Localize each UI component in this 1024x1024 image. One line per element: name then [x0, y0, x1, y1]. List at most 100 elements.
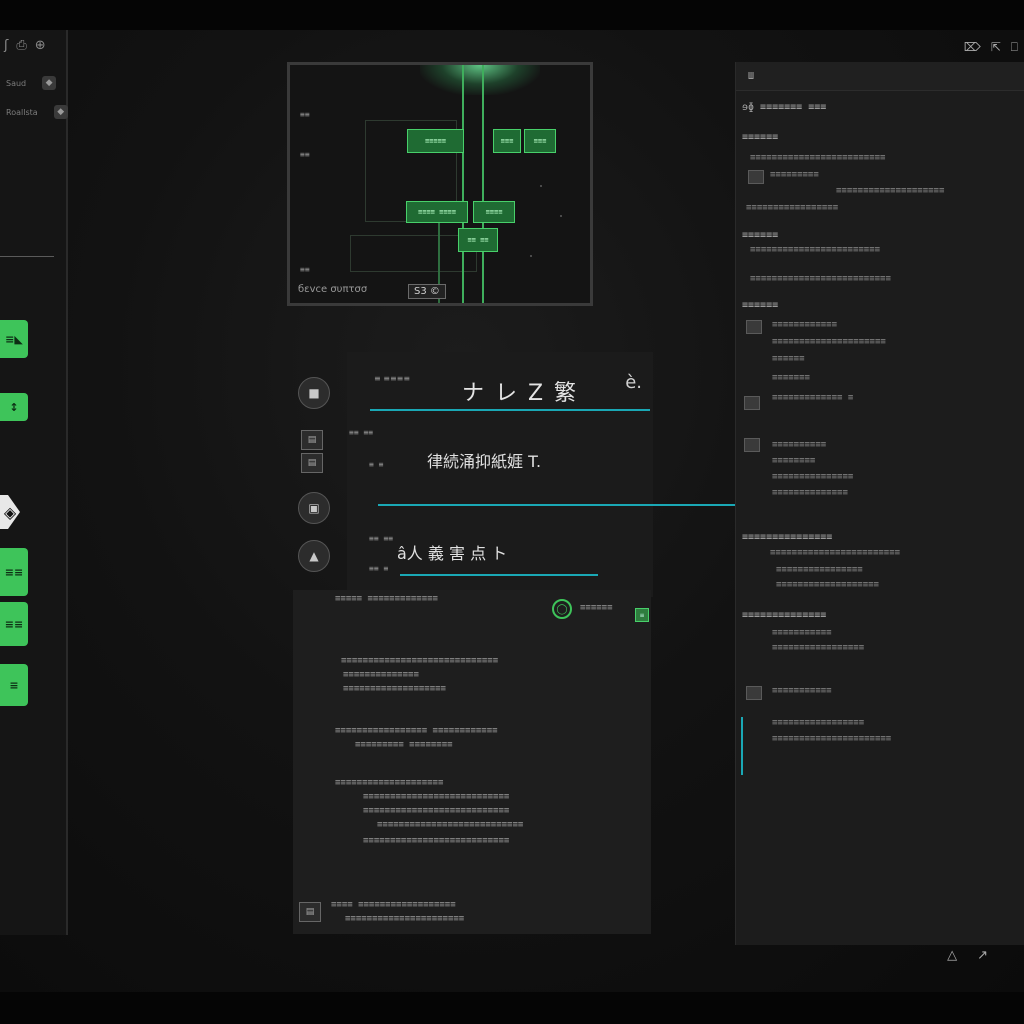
row-label: ≡≡ ≡ [369, 564, 389, 573]
text-line: ≡≡≡≡≡≡≡≡≡≡≡≡≡≡ [343, 670, 419, 680]
text-line: ≡≡≡≡≡≡≡≡≡≡≡≡≡≡≡≡ [776, 565, 863, 575]
bottom-controls: △ ↗ [947, 948, 988, 963]
text-line: ≡≡≡≡≡≡≡≡≡≡≡≡≡≡≡≡≡ [772, 718, 865, 728]
text-line: ≡≡≡≡≡≡≡≡≡≡≡≡≡≡≡ [742, 532, 833, 543]
text-line: ≡≡≡≡≡≡≡≡≡≡≡ [772, 686, 832, 696]
green-node-chip[interactable]: ≡ [0, 664, 28, 706]
text-line: ≡≡≡≡≡≡≡≡≡≡≡≡≡≡≡≡≡≡≡≡≡≡≡≡ [770, 548, 901, 558]
status-ring-icon[interactable]: ◯ [552, 599, 572, 619]
side-label: ≡≡ [300, 150, 310, 159]
text-line: ≡≡≡≡≡≡≡≡≡≡≡≡≡≡≡≡≡≡≡≡≡≡≡≡≡≡≡ [363, 792, 510, 802]
circuit-node[interactable]: ≡≡≡ [524, 129, 556, 153]
text-line: ≡≡≡≡≡≡≡≡≡≡≡≡≡≡≡≡≡≡≡≡≡≡≡≡ [750, 245, 881, 255]
light-glow [420, 65, 540, 95]
item-icon [744, 438, 760, 452]
sidebar-item-label: Roallsta [6, 107, 38, 117]
screen-icon[interactable]: ⎙ [16, 38, 26, 53]
dialog-title: ナ レ Z 繁 [462, 381, 579, 406]
circuit-node[interactable]: ≡≡ ≡≡ [458, 228, 498, 252]
row-label: ≡≡ ≡≡ [369, 534, 394, 543]
window-controls: ⌦ ⇱ ⎕ [964, 40, 1018, 55]
document-icon[interactable]: ▤ [301, 453, 323, 473]
text-line: ≡≡≡≡ ≡≡≡≡≡≡≡≡≡≡≡≡≡≡≡≡≡≡ [331, 900, 456, 910]
header-meta: ≡ ≡≡≡≡ [374, 374, 411, 383]
text-line: ≡≡≡≡≡≡≡≡≡ [770, 170, 819, 180]
hook-icon[interactable]: ʃ [4, 38, 8, 53]
green-node-chip[interactable]: ↕ [0, 393, 28, 421]
text-line: ≡≡≡≡≡≡≡≡≡≡≡≡≡≡≡ [772, 472, 854, 482]
preview-caption: бεvce συπτσσ [298, 284, 368, 295]
text-line: ≡≡≡≡≡≡≡≡≡ ≡≡≡≡≡≡≡≡ [355, 740, 453, 750]
item-icon [744, 396, 760, 410]
dust-speck [560, 215, 562, 217]
cube-icon[interactable]: ■ [298, 377, 330, 409]
text-line: ≡≡≡≡≡≡≡≡≡≡≡≡≡≡ [772, 488, 848, 498]
status-badge: ≡≡≡≡≡≡ [580, 603, 613, 613]
text-line: ≡≡≡≡≡≡≡≡≡≡≡≡≡≡≡≡≡≡≡≡≡≡≡≡≡≡≡ [377, 820, 524, 830]
text-line: ≡≡≡≡≡≡≡≡ [772, 456, 816, 466]
side-label: ≡≡ [300, 110, 310, 119]
text-line: ≡≡≡≡≡≡≡≡≡≡≡≡≡≡≡≡≡≡≡≡ [836, 186, 945, 196]
circuit-preview-panel[interactable]: ≡≡≡≡≡ ≡≡≡ ≡≡≡ ≡≡≡≡ ≡≡≡≡ ≡≡≡≡ ≡≡ ≡≡ ≡≡ ≡≡… [287, 62, 593, 306]
diamond-icon: ◆ [53, 105, 68, 119]
sidebar-item-1[interactable]: Saud ◆ [6, 76, 57, 90]
signal-line [462, 65, 464, 303]
preview-badge[interactable]: S3 © [408, 284, 446, 299]
close-button[interactable]: è. [625, 372, 642, 393]
item-icon [748, 170, 764, 184]
circuit-node[interactable]: ≡≡≡≡≡ [407, 129, 464, 153]
attachment-icon[interactable]: ▤ [299, 902, 321, 922]
row-label: ≡ ≡ [369, 460, 384, 469]
send-icon[interactable]: ▲ [298, 540, 330, 572]
green-node-chip[interactable]: ≡≡ [0, 548, 28, 596]
left-sidebar: ʃ ⎙ ⊕ Saud ◆ Roallsta ◆ [0, 30, 68, 935]
panel-row-label: ≡≡≡≡≡ ≡≡≡≡≡≡≡≡≡≡≡≡≡ [335, 594, 438, 604]
arrow-icon[interactable]: ↗ [977, 948, 988, 963]
circuit-node[interactable]: ≡≡≡ [493, 129, 521, 153]
dust-speck [530, 255, 532, 257]
text-line: ≡≡≡≡≡≡≡≡≡≡≡≡≡≡≡≡≡ [746, 203, 839, 213]
circuit-node[interactable]: ≡≡≡≡ ≡≡≡≡ [406, 201, 468, 223]
green-node-chip[interactable]: ≡◣ [0, 320, 28, 358]
green-node-chip[interactable]: ≡≡ [0, 602, 28, 646]
bottom-bar [0, 992, 1024, 1024]
section-heading: 律続涌抑紙娾 T. [427, 452, 542, 471]
left-toolbar: ʃ ⎙ ⊕ [4, 38, 46, 53]
text-line: ≡≡≡≡≡≡≡≡≡≡≡≡≡≡ [742, 610, 827, 621]
window-icon[interactable]: ⎕ [1011, 40, 1018, 55]
text-line: ≡≡≡≡≡≡ [742, 230, 779, 241]
mid-dialog-panel: ≡ ≡≡≡≡ ナ レ Z 繁 è. ≡≡ ≡≡ ≡ ≡ 律続涌抑紙娾 T. ≡≡… [347, 352, 653, 597]
warning-icon[interactable]: △ [947, 948, 957, 963]
text-line: ≡≡≡≡≡≡ [772, 354, 805, 364]
sidebar-item-2[interactable]: Roallsta ◆ [6, 105, 68, 119]
maximize-icon[interactable]: ⇱ [991, 40, 1001, 55]
minimize-icon[interactable]: ⌦ [964, 40, 981, 55]
row-label: ≡≡ ≡≡ [349, 428, 374, 437]
section-underline [400, 574, 598, 576]
circuit-node[interactable]: ≡≡≡≡ [473, 201, 515, 223]
item-icon [746, 686, 762, 700]
text-line: ɘɸ ≡≡≡≡≡≡≡ ≡≡≡ [742, 102, 827, 113]
text-line: ≡≡≡≡≡≡≡≡≡≡≡≡≡≡≡≡≡≡≡≡≡≡≡≡≡ [750, 153, 886, 163]
text-line: ≡≡≡≡≡≡≡≡≡≡≡ [772, 628, 832, 638]
text-line: ≡≡≡≡≡≡ [742, 132, 779, 143]
text-line: ≡≡≡≡≡≡≡≡≡≡≡≡≡≡≡≡≡ [772, 643, 865, 653]
right-inspector-panel: Ш ɘɸ ≡≡≡≡≡≡≡ ≡≡≡ ≡≡≡≡≡≡ ≡≡≡≡≡≡≡≡≡≡≡≡≡≡≡≡… [735, 62, 1024, 945]
image-icon[interactable]: ▣ [298, 492, 330, 524]
text-line: ≡≡≡≡≡≡≡≡≡≡≡≡≡≡≡≡≡≡≡≡≡≡≡≡≡≡≡≡≡ [341, 656, 499, 666]
dust-speck [540, 185, 542, 187]
selection-accent [741, 717, 743, 775]
text-line: ≡≡≡≡≡≡ [742, 300, 779, 311]
target-icon[interactable]: ⊕ [35, 38, 46, 53]
tiny-status-badge[interactable]: ≡ [635, 608, 649, 622]
text-line: ≡≡≡≡≡≡≡≡≡≡≡≡≡≡≡≡≡≡≡≡≡≡≡≡≡≡≡ [363, 806, 510, 816]
main-content-panel: ≡≡≡≡≡ ≡≡≡≡≡≡≡≡≡≡≡≡≡ ≡≡≡≡≡≡≡≡≡≡≡≡≡≡≡≡≡≡≡≡… [293, 590, 651, 934]
side-label: ≡≡ [300, 265, 310, 274]
document-icon[interactable]: ▤ [301, 430, 323, 450]
diamond-icon: ◆ [42, 76, 57, 90]
text-line: ≡≡≡≡≡≡≡≡≡≡≡≡≡≡≡≡≡≡≡≡≡ [772, 337, 886, 347]
text-line: ≡≡≡≡≡≡≡≡≡≡≡≡≡≡≡≡≡≡≡≡≡≡≡≡≡≡ [750, 274, 891, 284]
dialog-header: ≡ ≡≡≡≡ ナ レ Z 繁 è. [370, 367, 650, 411]
text-line: ≡≡≡≡≡≡≡≡≡≡≡≡ [772, 320, 838, 330]
sidebar-divider [0, 256, 54, 257]
